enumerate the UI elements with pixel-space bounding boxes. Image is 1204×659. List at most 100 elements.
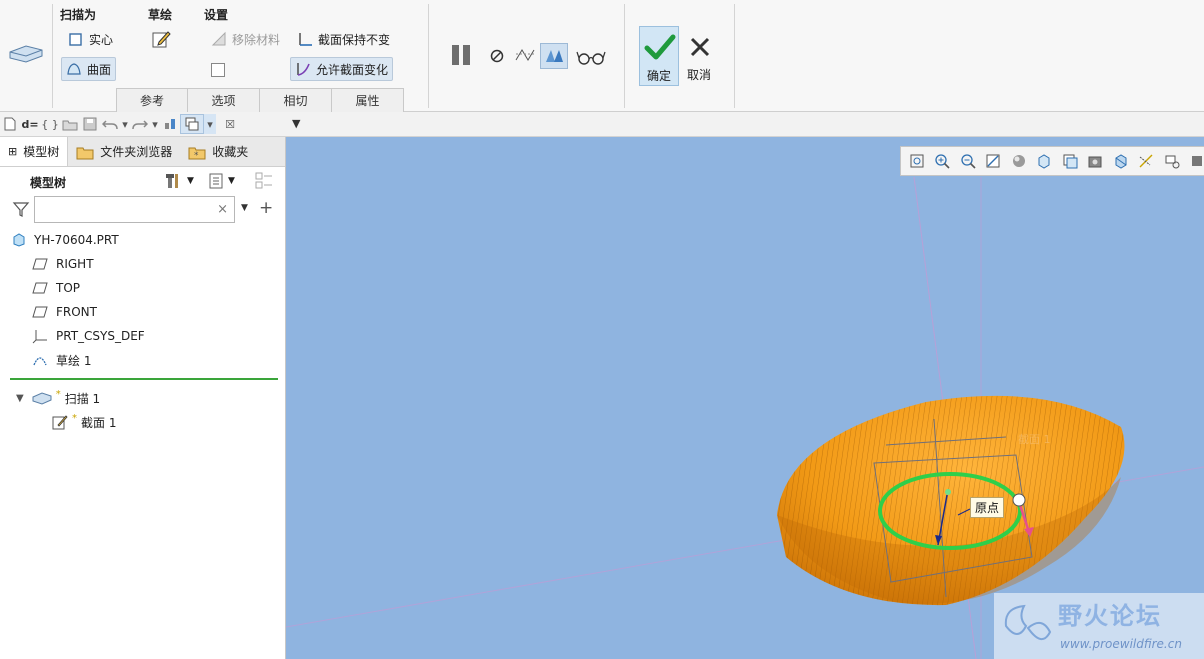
surface-button[interactable]: 曲面 [61,57,117,81]
remove-material-button[interactable]: 移除材料 [206,27,285,51]
undo-icon [102,120,118,130]
save-button[interactable] [80,114,100,134]
braces-icon[interactable]: { } [40,114,60,134]
tab-model-tree-label: 模型树 [23,145,60,159]
tree-item-csys[interactable]: PRT_CSYS_DEF [32,326,145,346]
tree-item-label: 草绘 1 [56,353,92,368]
tree-item-sweep[interactable]: ▼ * 扫描 1 [16,388,100,408]
tree-item-label: FRONT [56,305,97,319]
zoom-in-button[interactable] [931,149,955,173]
solid-button[interactable]: 实心 [63,27,118,51]
view-manager-button[interactable] [1058,149,1082,173]
show-button[interactable]: ▼ [208,171,244,191]
refit-button[interactable] [905,149,929,173]
ribbon-separator [52,4,53,108]
windows-button[interactable] [180,114,204,134]
new-file-icon [4,117,16,131]
watermark-title: 野火论坛 [1058,602,1162,630]
search-input[interactable] [35,197,215,222]
tab-references[interactable]: 参考 [116,88,188,112]
coordinate-system-icon [32,330,47,344]
zoom-out-button[interactable] [956,149,980,173]
quick-access-toolbar: d= { } ▾ ▾ ▾ ☒ [0,112,286,137]
insert-here-line[interactable] [10,378,278,380]
feature-preview-button[interactable] [540,43,568,69]
chevron-down-icon[interactable]: ▾ [204,114,216,134]
watermark-logo-icon [1004,604,1052,640]
datum-display-button[interactable] [1135,149,1159,173]
chevron-down-icon: ▼ [187,176,194,186]
cancel-button[interactable]: 取消 [682,26,718,86]
new-file-button[interactable] [0,114,20,134]
tab-properties[interactable]: 属性 [332,88,404,112]
watermark: 野火论坛 www.proewildfire.cn [994,593,1204,659]
origin-label: 原点 [975,501,1000,515]
relations-icon[interactable]: d= [20,114,40,134]
add-filter-icon[interactable]: + [259,198,273,218]
tree-item-front[interactable]: FRONT [32,302,97,322]
undo-button[interactable] [100,114,120,134]
verify-button[interactable] [576,48,606,66]
new-feature-marker: * [55,388,61,400]
chevron-down-icon[interactable]: ▼ [292,117,300,130]
spin-center-button[interactable] [1160,149,1184,173]
section-constant-label: 截面保持不变 [318,32,391,47]
pause-button[interactable] [450,44,474,66]
tree-root-label: YH-70604.PRT [34,233,119,247]
regenerate-button[interactable] [160,114,180,134]
remove-material-label: 移除材料 [232,32,281,47]
surface-label: 曲面 [87,62,112,77]
tree-item-sketch[interactable]: 草绘 1 [32,350,91,370]
section-cube-icon [1115,154,1127,169]
thicken-checkbox[interactable] [211,63,225,77]
tree-item-right[interactable]: RIGHT [32,254,94,274]
windows-icon [185,117,199,131]
tab-model-tree[interactable]: ⊞ 模型树 [0,137,69,166]
tree-item-top[interactable]: TOP [32,278,80,298]
tree-root-part[interactable]: YH-70604.PRT [12,230,119,250]
open-folder-button[interactable] [60,114,80,134]
chevron-down-icon[interactable]: ▾ [150,114,160,134]
origin-callout[interactable]: 原点 [970,497,1005,518]
tab-tangency[interactable]: 相切 [260,88,332,112]
pause-icon [452,45,459,65]
ok-button[interactable]: 确定 [639,26,679,86]
chevron-down-icon[interactable]: ▼ [241,203,248,213]
display-style-button[interactable] [1007,149,1031,173]
no-preview-button[interactable] [490,49,504,63]
graphics-viewport[interactable]: 截面 1 原点 野火论坛 www.proewildfire.cn [286,137,1204,659]
group-label-sketch: 草绘 [148,8,173,22]
section-constant-button[interactable]: 截面保持不变 [292,27,395,51]
geometry-preview-button[interactable] [514,46,536,66]
sketch-button[interactable] [146,27,176,51]
filter-icon[interactable] [12,200,30,218]
tree-settings-button[interactable]: ▼ [165,171,201,191]
expand-arrow-icon[interactable]: ▼ [16,393,24,404]
sweep-feature-icon [8,42,44,68]
section-view-button[interactable] [1109,149,1133,173]
tree-item-label: RIGHT [56,257,94,271]
tree-columns-icon[interactable] [254,171,274,191]
allow-section-change-button[interactable]: 允许截面变化 [290,57,394,81]
solid-label: 实心 [89,32,114,47]
ribbon-separator [734,4,735,108]
sketch-icon [33,357,47,366]
redo-button[interactable] [130,114,150,134]
tab-folder-browser[interactable]: 文件夹浏览器 [68,137,180,166]
redo-icon [132,120,148,130]
tab-favorites[interactable]: * 收藏夹 [180,137,256,166]
perspective-button[interactable] [1084,149,1108,173]
chevron-down-icon[interactable]: ▾ [120,114,130,134]
tab-options[interactable]: 选项 [188,88,260,112]
graphics-toolbar-strip: ▼ [286,112,1204,137]
variable-section-icon [295,61,311,77]
annotation-display-button[interactable] [1186,149,1204,173]
list-icon [209,173,223,189]
repaint-button[interactable] [982,149,1006,173]
saved-views-button[interactable] [1033,149,1057,173]
clear-search-icon[interactable]: × [217,202,228,217]
tree-item-section[interactable]: * 截面 1 [52,412,116,432]
close-window-icon[interactable]: ☒ [220,114,240,134]
camera-icon [1088,156,1102,168]
dashboard-ribbon: 扫描为 草绘 设置 实心 曲面 移除材料 截面保持不变 允许截面变化 参考 选项… [0,0,1204,112]
